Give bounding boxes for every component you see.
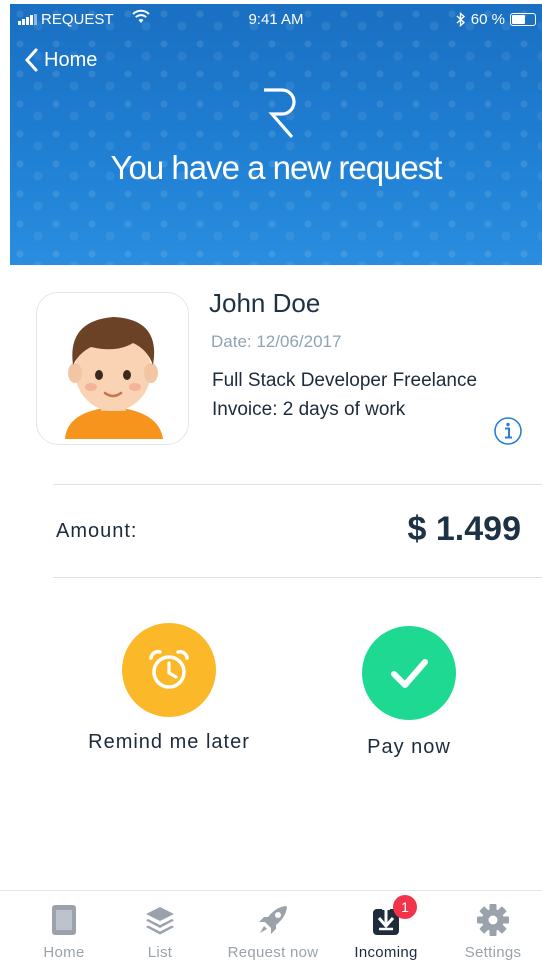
document-icon bbox=[52, 905, 76, 935]
tab-settings[interactable]: Settings bbox=[443, 901, 542, 961]
pay-now-button[interactable]: Pay now bbox=[319, 626, 499, 759]
tab-settings-icon-wrap bbox=[443, 901, 542, 939]
tab-home[interactable]: Home bbox=[14, 901, 114, 961]
remind-later-button[interactable]: Remind me later bbox=[79, 623, 259, 754]
tab-home-icon-wrap bbox=[14, 901, 114, 939]
incoming-badge: 1 bbox=[393, 895, 417, 919]
pay-now-label: Pay now bbox=[367, 736, 451, 758]
remind-circle[interactable] bbox=[122, 623, 216, 717]
tab-home-label: Home bbox=[43, 944, 85, 961]
tab-request-now[interactable]: Request now bbox=[223, 901, 323, 961]
tab-list[interactable]: List bbox=[110, 901, 210, 961]
bluetooth-icon bbox=[456, 12, 465, 27]
request-description-line2: Invoice: 2 days of work bbox=[212, 399, 406, 420]
request-date: Date: 12/06/2017 bbox=[211, 332, 342, 351]
tab-request-now-label: Request now bbox=[227, 944, 319, 961]
info-icon[interactable] bbox=[493, 416, 523, 446]
amount-label: Amount: bbox=[56, 520, 138, 542]
tab-bar: Home List Request now 1 Incoming Setting… bbox=[0, 890, 542, 961]
status-battery-group: 60 % bbox=[456, 11, 536, 28]
tab-incoming-icon-wrap: 1 bbox=[336, 895, 436, 939]
user-avatar-icon bbox=[65, 317, 163, 439]
header-banner: REQUEST 9:41 AM 60 % Home You have a new… bbox=[10, 4, 542, 265]
avatar bbox=[36, 292, 189, 445]
request-description: Full Stack Developer Freelance Invoice: … bbox=[212, 366, 477, 424]
checkmark-icon bbox=[391, 659, 428, 688]
tab-incoming-label: Incoming bbox=[354, 944, 418, 961]
back-button[interactable]: Home bbox=[24, 48, 97, 72]
alarm-clock-icon bbox=[149, 649, 189, 689]
tab-incoming[interactable]: 1 Incoming bbox=[336, 895, 436, 961]
rocket-icon bbox=[259, 906, 287, 934]
tab-list-icon-wrap bbox=[110, 901, 210, 939]
tab-settings-label: Settings bbox=[464, 944, 522, 961]
gear-icon bbox=[477, 904, 509, 936]
amount-value: $ 1.499 bbox=[407, 510, 521, 548]
chevron-left-icon bbox=[24, 48, 38, 72]
status-bar: REQUEST 9:41 AM 60 % bbox=[10, 4, 542, 34]
layers-icon bbox=[146, 907, 174, 935]
request-description-line1: Full Stack Developer Freelance bbox=[212, 370, 478, 391]
battery-icon bbox=[510, 13, 536, 26]
remind-later-label: Remind me later bbox=[88, 731, 250, 753]
back-label: Home bbox=[44, 48, 98, 71]
tab-list-label: List bbox=[147, 944, 173, 961]
pay-circle[interactable] bbox=[362, 626, 456, 720]
battery-percent: 60 % bbox=[470, 11, 505, 28]
request-logo-icon bbox=[264, 88, 296, 139]
tab-request-now-icon-wrap bbox=[223, 901, 323, 939]
header-title: You have a new request bbox=[110, 149, 443, 186]
divider bbox=[53, 484, 542, 485]
divider bbox=[53, 577, 542, 578]
requester-name: John Doe bbox=[209, 288, 321, 318]
